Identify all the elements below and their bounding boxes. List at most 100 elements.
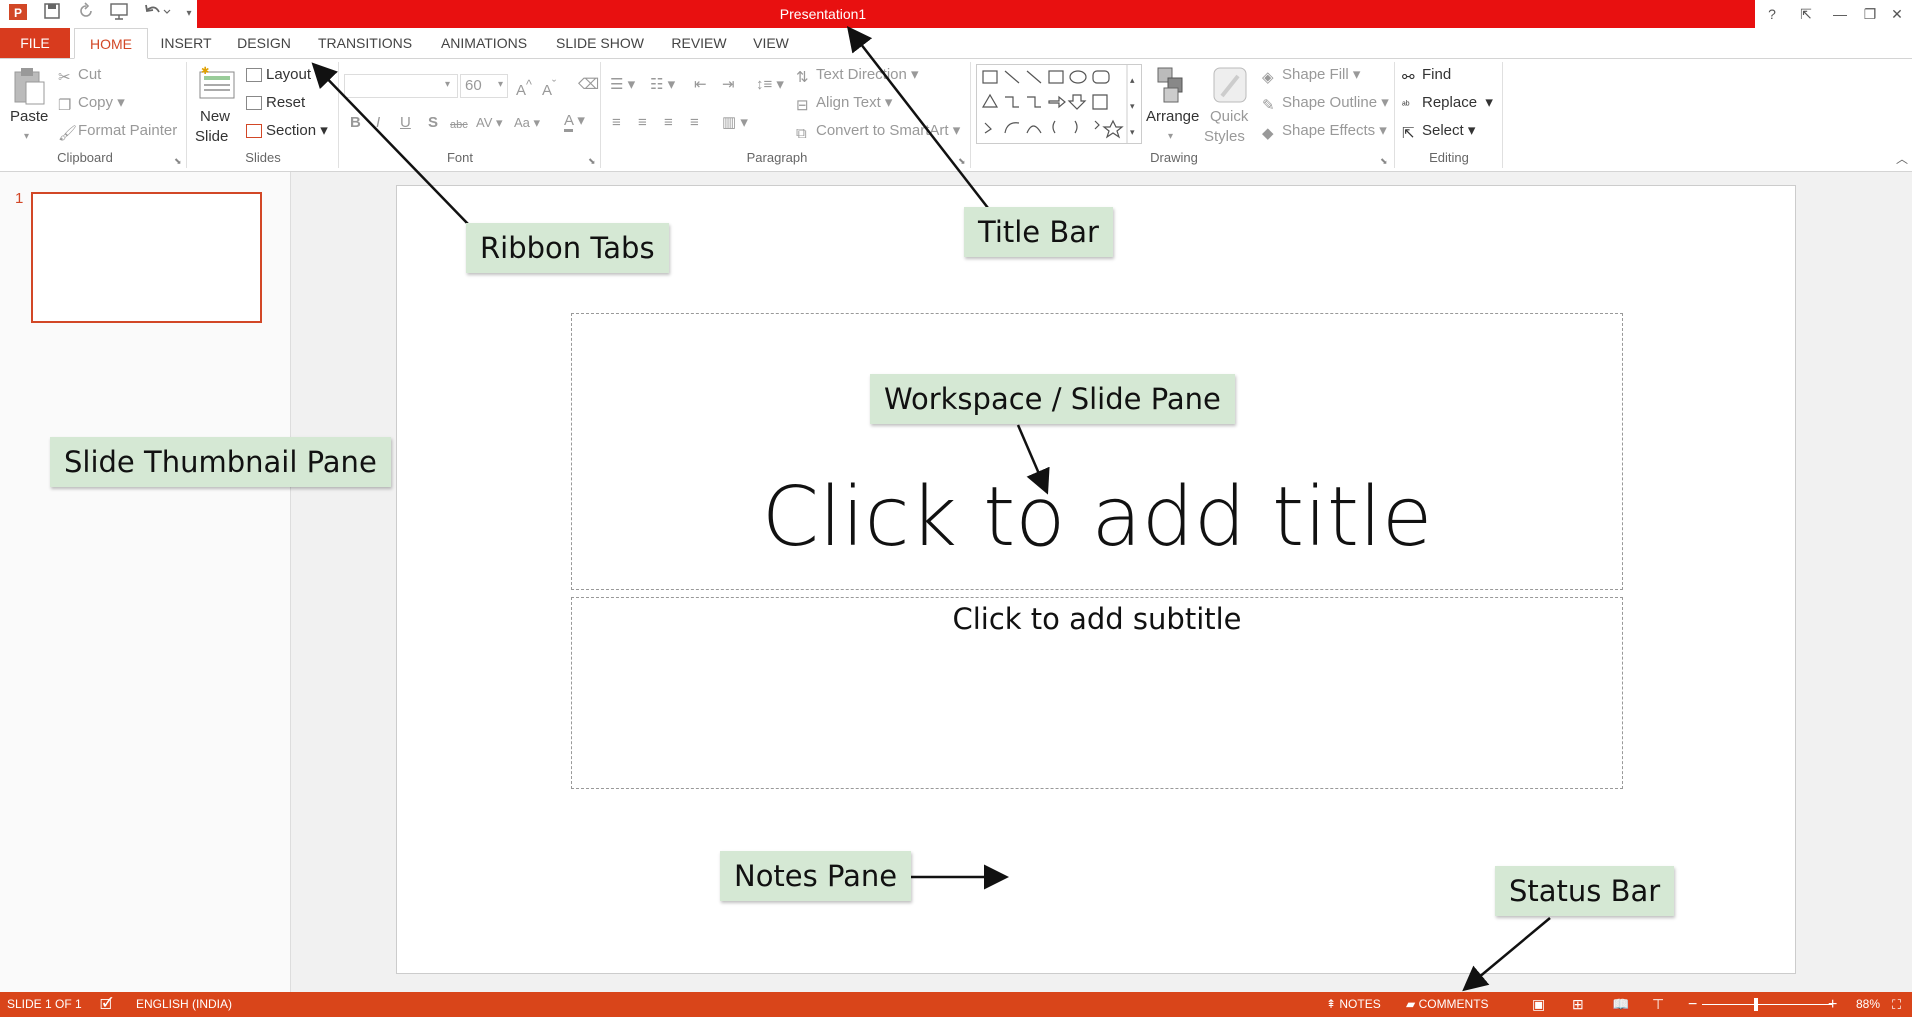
comments-button[interactable]: ▰ COMMENTS xyxy=(1406,992,1489,1017)
change-case-icon[interactable]: Aa ▾ xyxy=(514,112,540,134)
format-painter-button[interactable]: 🖌Format Painter xyxy=(58,120,177,142)
text-shadow-icon[interactable]: S xyxy=(428,112,438,134)
collapse-ribbon-icon[interactable]: ︿ xyxy=(1896,150,1908,167)
line-spacing-icon[interactable]: ↕≡ ▾ xyxy=(756,74,784,96)
layout-button[interactable]: Layout ▾ xyxy=(246,64,323,86)
zoom-out-button[interactable]: − xyxy=(1688,992,1697,1017)
save-icon[interactable] xyxy=(40,2,64,26)
italic-icon[interactable]: I xyxy=(376,112,380,134)
tab-review[interactable]: REVIEW xyxy=(664,28,734,58)
pencil-icon: ✎ xyxy=(1262,97,1275,115)
start-from-beginning-icon[interactable] xyxy=(106,2,132,26)
align-center-icon[interactable]: ≡ xyxy=(638,112,647,134)
fit-to-window-icon[interactable]: ⛶ xyxy=(1892,992,1901,1017)
grow-font-icon[interactable]: A^ xyxy=(516,74,532,99)
find-button[interactable]: ⚯ Find xyxy=(1402,64,1451,86)
subtitle-placeholder-text[interactable]: Click to add subtitle xyxy=(571,602,1623,636)
cut-button[interactable]: ✂ Cut xyxy=(58,64,101,86)
arrange-icon[interactable] xyxy=(1154,64,1190,104)
arrange-dropdown-icon[interactable]: ▾ xyxy=(1168,126,1173,148)
tab-insert[interactable]: INSERT xyxy=(155,28,217,58)
bullets-icon[interactable]: ☰ ▾ xyxy=(610,74,635,96)
new-slide-label-2[interactable]: Slide xyxy=(195,126,228,148)
close-button[interactable]: ✕ xyxy=(1880,0,1912,28)
numbering-icon[interactable]: ☷ ▾ xyxy=(650,74,675,96)
section-button[interactable]: Section ▾ xyxy=(246,120,328,142)
separator xyxy=(600,62,601,168)
align-text-button[interactable]: ⊟ Align Text ▾ xyxy=(796,92,892,114)
tab-transitions[interactable]: TRANSITIONS xyxy=(310,28,420,58)
font-launcher-icon[interactable]: ⬊ xyxy=(588,156,596,167)
select-button[interactable]: ⇱ Select ▾ xyxy=(1402,120,1475,142)
slide-show-icon[interactable]: ⊤ xyxy=(1652,992,1664,1017)
paste-icon[interactable] xyxy=(12,66,46,106)
help-button[interactable]: ? xyxy=(1755,0,1789,28)
new-slide-label-1[interactable]: New xyxy=(200,106,230,128)
shape-fill-button[interactable]: ◈ Shape Fill ▾ xyxy=(1262,64,1360,86)
customize-qat-icon[interactable]: ▾ xyxy=(182,2,196,26)
drawing-launcher-icon[interactable]: ⬊ xyxy=(1380,156,1388,167)
quick-styles-label-1[interactable]: Quick xyxy=(1210,106,1248,128)
undo-icon[interactable] xyxy=(140,2,174,26)
shrink-font-icon[interactable]: Aˇ xyxy=(542,74,556,99)
clear-formatting-icon[interactable]: ⌫ xyxy=(578,74,599,96)
increase-indent-icon[interactable]: ⇥ xyxy=(722,74,735,96)
slide-counter[interactable]: SLIDE 1 OF 1 xyxy=(7,992,82,1017)
text-direction-button[interactable]: ⇅ Text Direction ▾ xyxy=(796,64,919,86)
notes-button[interactable]: ⇞ NOTES xyxy=(1326,992,1381,1017)
shape-outline-button[interactable]: ✎ Shape Outline ▾ xyxy=(1262,92,1389,114)
replace-button[interactable]: ᵃᵇ Replace ▾ xyxy=(1402,92,1493,114)
zoom-in-button[interactable]: + xyxy=(1828,992,1837,1017)
tab-file[interactable]: FILE xyxy=(0,28,70,58)
zoom-slider-thumb[interactable] xyxy=(1754,998,1758,1011)
minimize-button[interactable]: — xyxy=(1823,0,1857,28)
convert-to-smartart-button[interactable]: ⧉ Convert to SmartArt ▾ xyxy=(796,120,960,142)
columns-icon[interactable]: ▥ ▾ xyxy=(722,112,748,134)
zoom-level[interactable]: 88% xyxy=(1856,992,1880,1017)
align-right-icon[interactable]: ≡ xyxy=(664,112,673,134)
shape-effects-button[interactable]: ◆ Shape Effects ▾ xyxy=(1262,120,1387,142)
convert-to-smartart-label: Convert to SmartArt xyxy=(816,122,949,139)
tab-view[interactable]: VIEW xyxy=(748,28,794,58)
paste-dropdown-icon[interactable]: ▾ xyxy=(24,126,29,148)
strikethrough-icon[interactable]: abc xyxy=(450,114,468,136)
ribbon-display-options-button[interactable]: ⇱ xyxy=(1789,0,1823,28)
zoom-slider-track[interactable] xyxy=(1702,1004,1832,1005)
character-spacing-icon[interactable]: AV ▾ xyxy=(476,112,503,134)
tab-slide-show[interactable]: SLIDE SHOW xyxy=(550,28,650,58)
align-left-icon[interactable]: ≡ xyxy=(612,112,621,134)
normal-view-icon[interactable]: ▣ xyxy=(1532,992,1545,1017)
arrange-button[interactable]: Arrange xyxy=(1146,106,1199,128)
underline-icon[interactable]: U xyxy=(400,112,411,134)
justify-icon[interactable]: ≡ xyxy=(690,112,699,134)
reset-button[interactable]: Reset xyxy=(246,92,305,114)
reading-view-icon[interactable]: 📖 xyxy=(1612,992,1629,1017)
quick-styles-icon[interactable] xyxy=(1212,66,1248,106)
font-color-icon[interactable]: A ▾ xyxy=(564,110,585,132)
decrease-indent-icon[interactable]: ⇤ xyxy=(694,74,707,96)
separator xyxy=(338,62,339,168)
font-size-dropdown-icon[interactable]: ▾ xyxy=(498,74,503,96)
new-slide-icon[interactable]: ✱ xyxy=(198,66,238,102)
title-placeholder-text[interactable]: Click to add title xyxy=(571,470,1623,565)
language-indicator[interactable]: ENGLISH (INDIA) xyxy=(136,992,232,1017)
paste-button[interactable]: Paste xyxy=(10,106,48,128)
font-name-dropdown-icon[interactable]: ▾ xyxy=(445,74,450,96)
tab-animations[interactable]: ANIMATIONS xyxy=(430,28,538,58)
slide-thumbnail[interactable] xyxy=(31,192,262,323)
spelling-check-icon[interactable]: 🗹 xyxy=(100,992,113,1017)
reset-label: Reset xyxy=(266,94,306,111)
shapes-gallery[interactable]: ▴ ▾ ▾ xyxy=(976,64,1142,144)
callout-status-bar: Status Bar xyxy=(1495,866,1675,916)
tab-home[interactable]: HOME xyxy=(74,28,148,59)
copy-button[interactable]: ❐ Copy ▾ xyxy=(58,92,125,114)
clipboard-launcher-icon[interactable]: ⬊ xyxy=(174,156,182,167)
paragraph-launcher-icon[interactable]: ⬊ xyxy=(958,156,966,167)
quick-styles-label-2[interactable]: Styles xyxy=(1204,126,1245,148)
powerpoint-logo-icon[interactable]: P xyxy=(6,2,30,26)
slide-sorter-icon[interactable]: ⊞ xyxy=(1572,992,1584,1017)
redo-icon[interactable] xyxy=(74,2,98,26)
font-name-combo[interactable] xyxy=(344,74,458,98)
bold-icon[interactable]: B xyxy=(350,112,361,134)
tab-design[interactable]: DESIGN xyxy=(230,28,298,58)
